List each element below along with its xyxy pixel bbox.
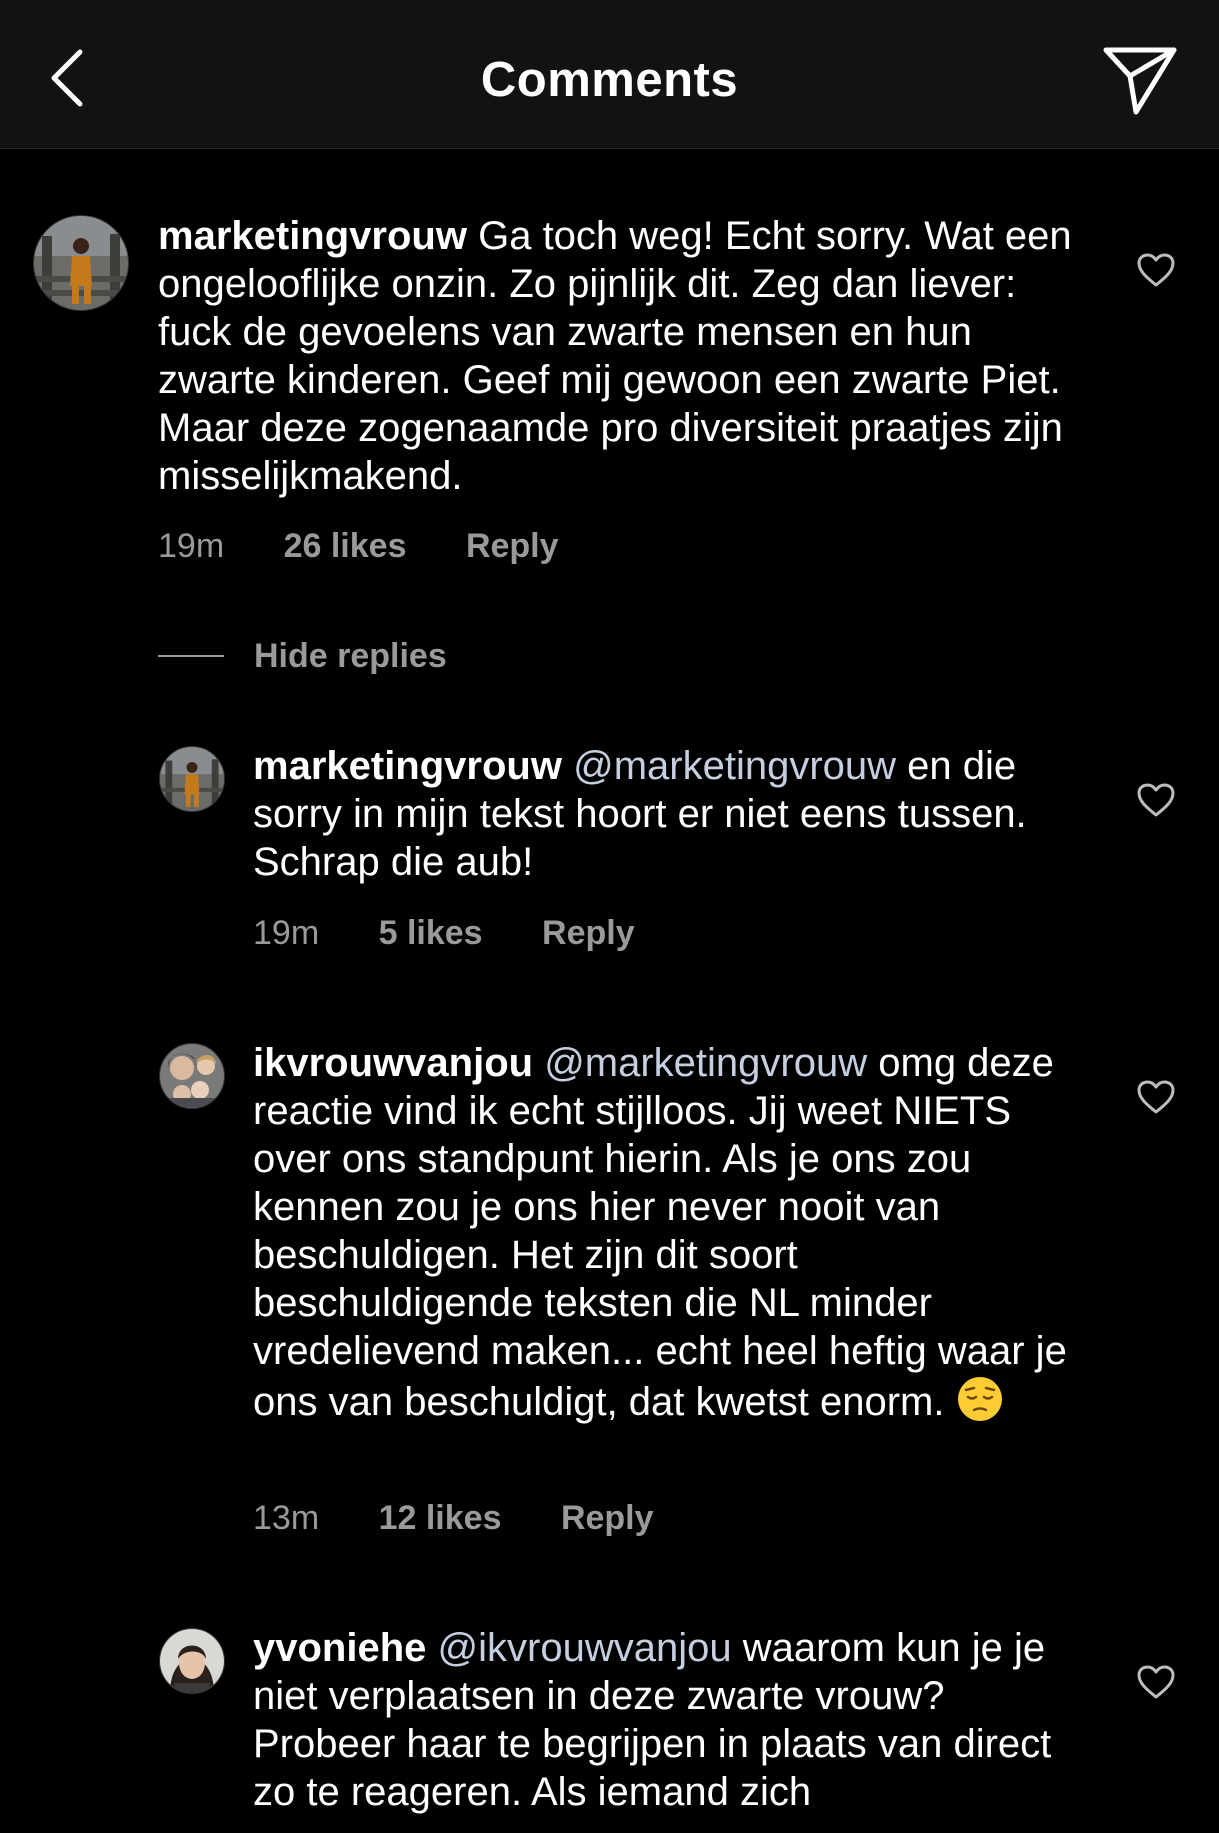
comment-likes[interactable]: 26 likes [284,526,407,566]
reply-button[interactable]: Reply [466,526,559,566]
reply-text: marketingvrouw @marketingvrouw en die so… [253,742,1088,886]
hide-replies-label: Hide replies [254,637,447,675]
reply-username[interactable]: ikvrouwvanjou [253,1041,533,1085]
reply-mention[interactable]: @ikvrouwvanjou [438,1626,732,1670]
reply-likes[interactable]: 5 likes [379,913,483,953]
like-heart-icon[interactable] [1136,252,1176,288]
like-heart-icon[interactable] [1136,1079,1176,1115]
reply-meta: 19m 5 likes Reply [253,913,635,953]
reply-meta: 13m 12 likes Reply [253,1498,654,1538]
reply-likes[interactable]: 12 likes [379,1498,502,1538]
reply-mention[interactable]: @marketingvrouw [544,1041,867,1085]
top-bar: Comments [0,0,1219,149]
reply-username[interactable]: marketingvrouw [253,744,562,788]
reply-text: ikvrouwvanjou @marketingvrouw omg deze r… [253,1039,1088,1426]
reply-text: yvoniehe @ikvrouwvanjou waarom kun je je… [253,1624,1088,1816]
reply-username[interactable]: yvoniehe [253,1626,426,1670]
like-heart-icon[interactable] [1136,1664,1176,1700]
pensive-face-icon [956,1375,1004,1423]
paper-plane-icon[interactable] [1100,42,1180,118]
reply-button[interactable]: Reply [561,1498,654,1538]
avatar[interactable] [33,215,129,311]
reply-button[interactable]: Reply [542,913,635,953]
comment-meta: 19m 26 likes Reply [158,526,559,566]
comment-text: marketingvrouw Ga toch weg! Echt sorry. … [158,212,1078,500]
avatar[interactable] [159,746,225,812]
avatar[interactable] [159,1043,225,1109]
page-title: Comments [480,53,739,107]
avatar[interactable] [159,1628,225,1694]
reply-body: omg deze reactie vind ik echt stijlloos.… [253,1041,1067,1424]
comment-time: 19m [158,527,225,565]
reply-time: 19m [253,914,320,952]
divider-line [158,655,224,657]
reply-mention[interactable]: @marketingvrouw [573,744,896,788]
reply-time: 13m [253,1499,320,1537]
comment-username[interactable]: marketingvrouw [158,214,467,258]
like-heart-icon[interactable] [1136,782,1176,818]
